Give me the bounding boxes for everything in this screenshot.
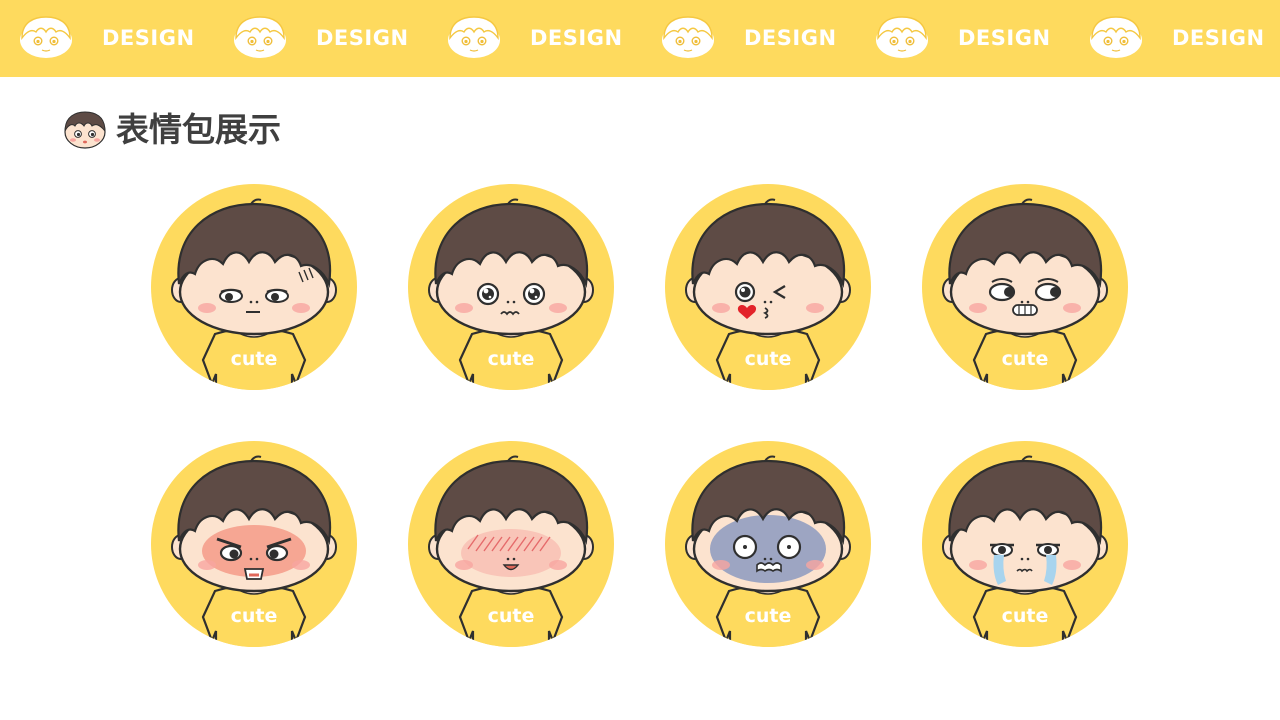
sticker-starry-eyed: cute xyxy=(408,184,614,390)
shirt-text: cute xyxy=(487,605,535,627)
sticker-side-eye-grin: cute xyxy=(922,184,1128,390)
shirt-text: cute xyxy=(1001,605,1049,627)
shirt-text: cute xyxy=(744,348,792,370)
sticker-crying: cute xyxy=(922,441,1128,647)
shirt-text: cute xyxy=(487,348,535,370)
sticker-grid: cute cute cute cute cute cute cute cute xyxy=(0,0,1280,720)
shirt-text: cute xyxy=(744,605,792,627)
shirt-text: cute xyxy=(1001,348,1049,370)
sticker-shocked: cute xyxy=(665,441,871,647)
sticker-wink-kiss: cute xyxy=(665,184,871,390)
shirt-text: cute xyxy=(230,605,278,627)
sticker-blushing: cute xyxy=(408,441,614,647)
sticker-unimpressed: cute xyxy=(151,184,357,390)
shirt-text: cute xyxy=(230,348,278,370)
sticker-angry: cute xyxy=(151,441,357,647)
